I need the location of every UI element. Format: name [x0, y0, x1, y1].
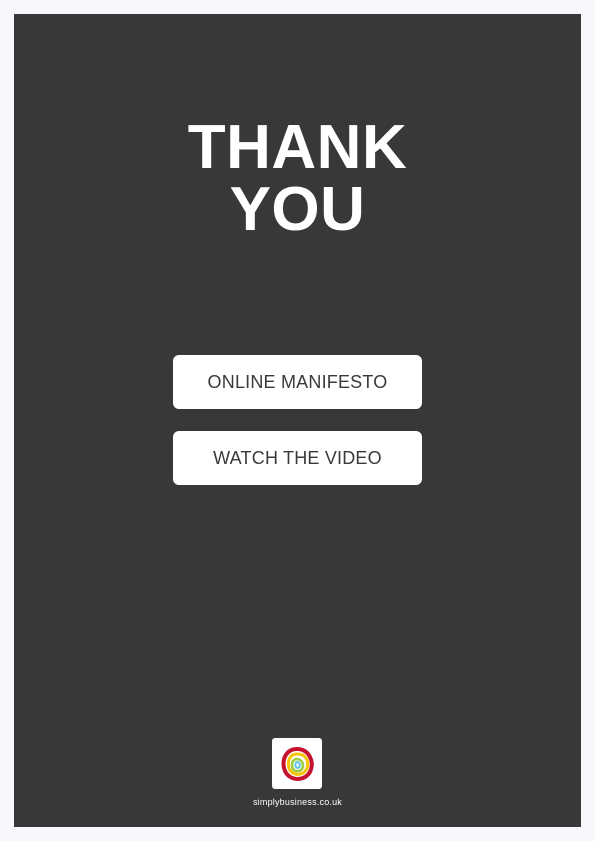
simply-business-logo[interactable] — [272, 738, 322, 789]
watch-video-button[interactable]: WATCH THE VIDEO — [173, 431, 422, 485]
simply-business-logo-icon — [281, 746, 314, 781]
page-title: THANK YOU — [14, 117, 581, 241]
online-manifesto-button[interactable]: ONLINE MANIFESTO — [173, 355, 422, 409]
title-line-2: YOU — [229, 175, 366, 244]
thank-you-panel: THANK YOU ONLINE MANIFESTO WATCH THE VID… — [14, 14, 581, 827]
title-line-1: THANK — [187, 113, 408, 182]
website-link[interactable]: simplybusiness.co.uk — [14, 797, 581, 807]
